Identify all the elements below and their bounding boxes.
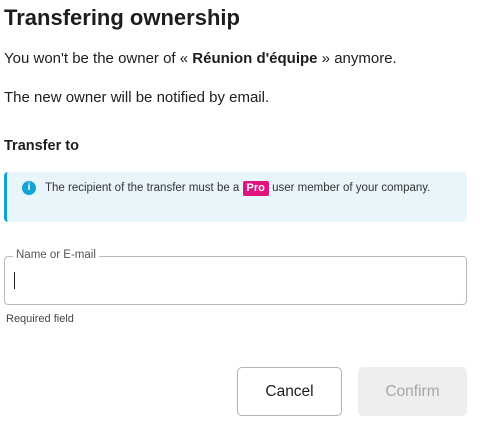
description-prefix: You won't be the owner of « <box>4 50 193 67</box>
confirm-button[interactable]: Confirm <box>358 367 467 416</box>
required-field-helper: Required field <box>6 313 74 325</box>
document-name: Réunion d'équipe <box>192 50 318 67</box>
info-alert: i The recipient of the transfer must be … <box>4 172 467 222</box>
recipient-field[interactable]: Name or E-mail <box>4 247 467 305</box>
cancel-button[interactable]: Cancel <box>237 367 342 416</box>
alert-text-before: The recipient of the transfer must be a <box>45 182 243 194</box>
alert-message: The recipient of the transfer must be a … <box>45 180 445 197</box>
description-suffix: » anymore. <box>317 50 397 67</box>
transfer-to-label: Transfer to <box>4 138 79 154</box>
dialog-title: Transfering ownership <box>4 5 240 30</box>
text-caret <box>14 272 15 289</box>
notification-text: The new owner will be notified by email. <box>4 89 270 106</box>
info-icon: i <box>22 181 36 195</box>
recipient-field-label: Name or E-mail <box>13 247 99 263</box>
pro-badge: Pro <box>242 181 269 196</box>
ownership-description: You won't be the owner of « Réunion d'éq… <box>4 50 397 68</box>
alert-text-after: user member of your company. <box>268 182 431 194</box>
transfer-ownership-dialog: Transfering ownership You won't be the o… <box>4 0 468 430</box>
recipient-input[interactable] <box>13 269 453 291</box>
